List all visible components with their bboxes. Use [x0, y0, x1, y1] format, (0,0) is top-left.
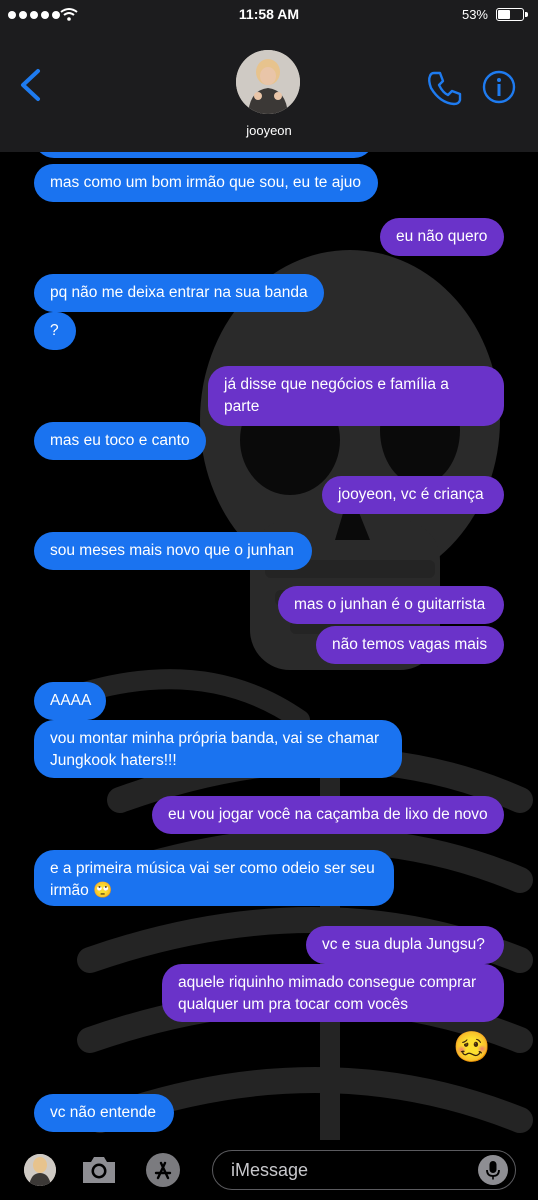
message-bubble-sent[interactable]: eu vou jogar você na caçamba de lixo de …	[152, 796, 504, 834]
memoji-avatar-button[interactable]	[24, 1154, 56, 1186]
message-bubble-sent[interactable]: já disse que negócios e família a parte	[208, 366, 504, 426]
status-bar: 11:58 AM 53%	[0, 0, 538, 30]
info-icon[interactable]	[482, 70, 516, 104]
message-bubble-sent[interactable]: eu não quero	[380, 218, 504, 256]
message-list: mas como um bom irmão que sou, eu te aju…	[0, 0, 538, 1200]
message-bubble-received[interactable]: sou meses mais novo que o junhan	[34, 532, 312, 570]
chevron-left-icon[interactable]	[18, 68, 42, 102]
message-bubble-received[interactable]: mas como um bom irmão que sou, eu te aju…	[34, 164, 378, 202]
message-bubble-sent[interactable]: não temos vagas mais	[316, 626, 504, 664]
message-bubble-received[interactable]: pq não me deixa entrar na sua banda	[34, 274, 324, 312]
contact-avatar[interactable]	[236, 50, 300, 114]
microphone-icon[interactable]	[478, 1155, 508, 1185]
message-bubble-received[interactable]: vc não entende	[34, 1094, 174, 1132]
message-bubble-received[interactable]: e a primeira música vai ser como odeio s…	[34, 850, 394, 906]
contact-name[interactable]: jooyeon	[0, 123, 538, 138]
conversation-header: jooyeon	[0, 30, 538, 152]
message-bubble-sent[interactable]: jooyeon, vc é criança	[322, 476, 504, 514]
message-composer	[0, 1140, 538, 1200]
app-store-icon[interactable]	[146, 1153, 180, 1187]
status-time: 11:58 AM	[238, 6, 300, 22]
message-bubble-sent[interactable]: aquele riquinho mimado consegue comprar …	[162, 964, 504, 1022]
emoji-message[interactable]: 🥴	[452, 1028, 492, 1068]
phone-icon[interactable]	[426, 70, 462, 106]
message-bubble-sent[interactable]: vc e sua dupla Jungsu?	[306, 926, 504, 964]
imessage-input[interactable]	[212, 1150, 516, 1190]
battery-percent: 53%	[461, 7, 488, 22]
message-bubble-sent[interactable]: mas o junhan é o guitarrista	[278, 586, 504, 624]
message-bubble-received[interactable]: ?	[34, 312, 76, 350]
message-bubble-received[interactable]: vou montar minha própria banda, vai se c…	[34, 720, 402, 778]
battery-icon	[496, 8, 528, 21]
camera-icon[interactable]	[80, 1154, 118, 1186]
message-bubble-received[interactable]: AAAA	[34, 682, 106, 720]
message-bubble-received[interactable]: mas eu toco e canto	[34, 422, 206, 460]
